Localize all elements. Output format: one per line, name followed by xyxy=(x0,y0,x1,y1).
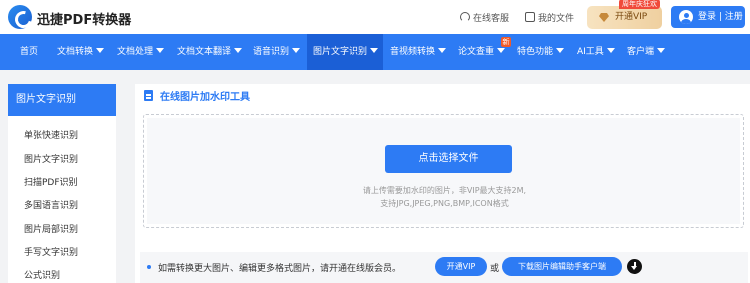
new-badge: 新 xyxy=(501,37,511,47)
tip-open-vip-button[interactable]: 开通VIP xyxy=(435,257,487,276)
nav-label: 语音识别 xyxy=(253,47,290,57)
vip-tip-text: 如需转换更大图片、编辑更多格式图片，请开通在线版会员。 xyxy=(158,264,402,274)
chevron-down-icon xyxy=(370,48,379,53)
main-panel: 在线图片加水印工具 点击选择文件 请上传需要加水印的图片，非VIP最大支持2M,… xyxy=(135,84,750,283)
my-files-label: 我的文件 xyxy=(538,14,575,24)
diamond-icon xyxy=(599,13,609,22)
customer-service-link[interactable]: 在线客服 xyxy=(460,11,509,24)
nav-item-features[interactable]: 特色功能 xyxy=(517,34,565,70)
nav-item-client[interactable]: 客户端 xyxy=(627,34,666,70)
login-register-button[interactable]: 登录 | 注册 xyxy=(671,6,745,28)
dropzone-area: 点击选择文件 请上传需要加水印的图片，非VIP最大支持2M, 支持JPG,JPE… xyxy=(147,118,740,224)
choose-file-button[interactable]: 点击选择文件 xyxy=(385,145,512,173)
nav-label: AI工具 xyxy=(577,47,604,57)
customer-service-label: 在线客服 xyxy=(473,14,510,24)
login-register-label: 登录 | 注册 xyxy=(698,12,743,22)
logo-icon[interactable] xyxy=(8,5,32,29)
bullet-dot xyxy=(147,265,151,269)
nav-item-home[interactable]: 首页 xyxy=(20,34,38,70)
chevron-down-icon xyxy=(556,48,565,53)
upload-hint-line2: 支持JPG,JPEG,PNG,BMP,ICON格式 xyxy=(380,199,509,208)
section-title: 在线图片加水印工具 xyxy=(160,92,250,103)
nav-label: 文档文本翻译 xyxy=(177,47,232,57)
nav-label: 论文查重 xyxy=(458,47,495,57)
nav-item-speech[interactable]: 语音识别 xyxy=(253,34,301,70)
nav-label: 客户端 xyxy=(627,47,655,57)
upload-dropzone[interactable]: 点击选择文件 请上传需要加水印的图片，非VIP最大支持2M, 支持JPG,JPE… xyxy=(143,114,744,228)
top-header: 迅捷PDF转换器 在线客服 我的文件 开通VIP 周年庆狂欢 登录 | 注册 xyxy=(0,0,750,34)
promo-badge: 周年庆狂欢 xyxy=(619,0,660,9)
sidebar-item-partial[interactable]: 图片局部识别 xyxy=(24,222,78,235)
sidebar-item-multilang[interactable]: 多国语言识别 xyxy=(24,198,78,211)
chevron-down-icon xyxy=(96,48,105,53)
download-client-button[interactable]: 下载图片编辑助手客户端 xyxy=(502,257,622,276)
chevron-down-icon xyxy=(657,48,666,53)
chevron-down-icon xyxy=(156,48,165,53)
nav-label: 文档处理 xyxy=(117,47,154,57)
nav-item-doc-convert[interactable]: 文档转换 xyxy=(57,34,105,70)
chevron-down-icon xyxy=(497,48,506,53)
nav-item-doc-process[interactable]: 文档处理 xyxy=(117,34,165,70)
upload-hint-line1: 请上传需要加水印的图片，非VIP最大支持2M, xyxy=(362,186,527,195)
my-files-link[interactable]: 我的文件 xyxy=(525,11,574,24)
open-vip-label: 开通VIP xyxy=(615,12,648,22)
headset-icon xyxy=(460,12,470,22)
nav-label: 特色功能 xyxy=(517,47,554,57)
chevron-down-icon xyxy=(234,48,243,53)
user-icon xyxy=(679,10,693,24)
nav-label: 文档转换 xyxy=(57,47,94,57)
chevron-down-icon xyxy=(606,48,615,53)
nav-label: 图片文字识别 xyxy=(313,47,368,57)
sidebar-item-handwriting[interactable]: 手写文字识别 xyxy=(24,245,78,258)
sidebar-item-scan-pdf[interactable]: 扫描PDF识别 xyxy=(24,175,78,188)
sidebar: 图片文字识别 单张快速识别 图片文字识别 扫描PDF识别 多国语言识别 图片局部… xyxy=(8,84,116,283)
brand-name[interactable]: 迅捷PDF转换器 xyxy=(37,9,131,28)
open-vip-button[interactable]: 开通VIP xyxy=(587,6,662,29)
sidebar-title[interactable]: 图片文字识别 xyxy=(8,84,116,116)
nav-label: 音视频转换 xyxy=(390,47,436,57)
file-icon xyxy=(144,90,153,101)
main-nav: 首页 文档转换 文档处理 文档文本翻译 语音识别 图片文字识别 音视频转换 论文… xyxy=(0,34,750,70)
or-text: 或 xyxy=(490,264,500,274)
vip-tip-bar: 如需转换更大图片、编辑更多格式图片，请开通在线版会员。 开通VIP 或 下载图片… xyxy=(140,252,748,283)
sidebar-item-quick-ocr[interactable]: 单张快速识别 xyxy=(24,128,78,141)
nav-label: 首页 xyxy=(20,47,39,57)
nav-item-image-ocr[interactable]: 图片文字识别 xyxy=(307,34,383,70)
sidebar-item-image-ocr[interactable]: 图片文字识别 xyxy=(24,152,78,165)
chevron-down-icon xyxy=(438,48,447,53)
download-icon[interactable] xyxy=(627,259,642,274)
nav-item-ai-tools[interactable]: AI工具 xyxy=(577,34,615,70)
sidebar-item-formula[interactable]: 公式识别 xyxy=(24,268,60,281)
nav-item-translate[interactable]: 文档文本翻译 xyxy=(177,34,243,70)
document-icon xyxy=(525,12,535,22)
nav-item-av-convert[interactable]: 音视频转换 xyxy=(390,34,447,70)
nav-item-plagiarism[interactable]: 论文查重 xyxy=(458,34,506,70)
chevron-down-icon xyxy=(292,48,301,53)
